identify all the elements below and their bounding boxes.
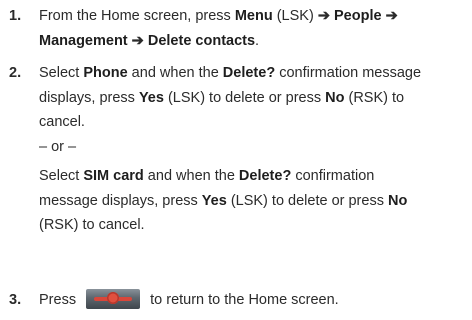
yes-keyword: Yes [201, 192, 227, 209]
phone-keyword: Phone [83, 65, 128, 81]
text-run: displays, press [39, 89, 139, 106]
no-keyword: No [325, 89, 345, 106]
text-run: (LSK) to delete or press [163, 89, 326, 106]
no-keyword: No [387, 192, 408, 209]
text-run: (LSK) to delete or press [226, 192, 388, 209]
step-text: Press to return to the Home screen. [39, 288, 469, 313]
step-number: 3. [9, 292, 22, 308]
end-key-dot [107, 292, 120, 304]
delete-keyword: Delete? [238, 168, 292, 184]
text-line: Select SIM card and when the Delete? con… [39, 164, 469, 189]
menu-keyword: Menu [234, 8, 273, 24]
yes-keyword: Yes [138, 89, 164, 106]
text-run: . [255, 32, 260, 49]
text-line: message displays, press Yes (LSK) to del… [39, 189, 469, 214]
people-keyword: People [334, 8, 382, 24]
text-line: displays, press Yes (LSK) to delete or p… [39, 86, 469, 111]
text-run: to return to the Home screen. [146, 292, 339, 308]
text-run: and when the [127, 65, 223, 81]
text-run: Select [39, 65, 84, 81]
text-line: Management ➔ Delete contacts. [39, 29, 469, 54]
text-line: Select Phone and when the Delete? confir… [39, 61, 469, 86]
arrow-icon: ➔ [317, 8, 330, 24]
sim-card-keyword: SIM card [83, 168, 144, 184]
text-run: (RSK) to cancel. [39, 217, 145, 233]
text-run: cancel. [39, 114, 85, 130]
text-line: cancel. [39, 110, 469, 135]
management-keyword: Management [39, 32, 128, 49]
text-run: and when the [143, 168, 239, 184]
text-run: Select [39, 168, 84, 184]
end-key-icon [86, 289, 141, 309]
text-run: confirmation message [275, 65, 422, 81]
arrow-icon: ➔ [385, 8, 398, 24]
delete-contacts-keyword: Delete contacts [147, 32, 256, 49]
step-text: Select Phone and when the Delete? confir… [39, 61, 469, 238]
step-number: 2. [9, 65, 22, 81]
step-number: 1. [9, 8, 22, 24]
step-text: From the Home screen, press Menu (LSK) ➔… [39, 4, 469, 53]
delete-keyword: Delete? [222, 65, 276, 81]
text-run: (RSK) to [344, 89, 405, 106]
text-run: Press [39, 292, 81, 308]
arrow-icon: ➔ [131, 32, 144, 49]
text-run: (LSK) [272, 8, 318, 24]
text-run: From the Home screen, press [39, 8, 235, 24]
text-line: (RSK) to cancel. [39, 213, 469, 238]
text-line: Press to return to the Home screen. [39, 288, 469, 313]
or-separator: – or – [39, 138, 77, 155]
text-run: message displays, press [39, 192, 202, 209]
text-run: confirmation [291, 168, 375, 184]
text-line: From the Home screen, press Menu (LSK) ➔… [39, 4, 469, 29]
